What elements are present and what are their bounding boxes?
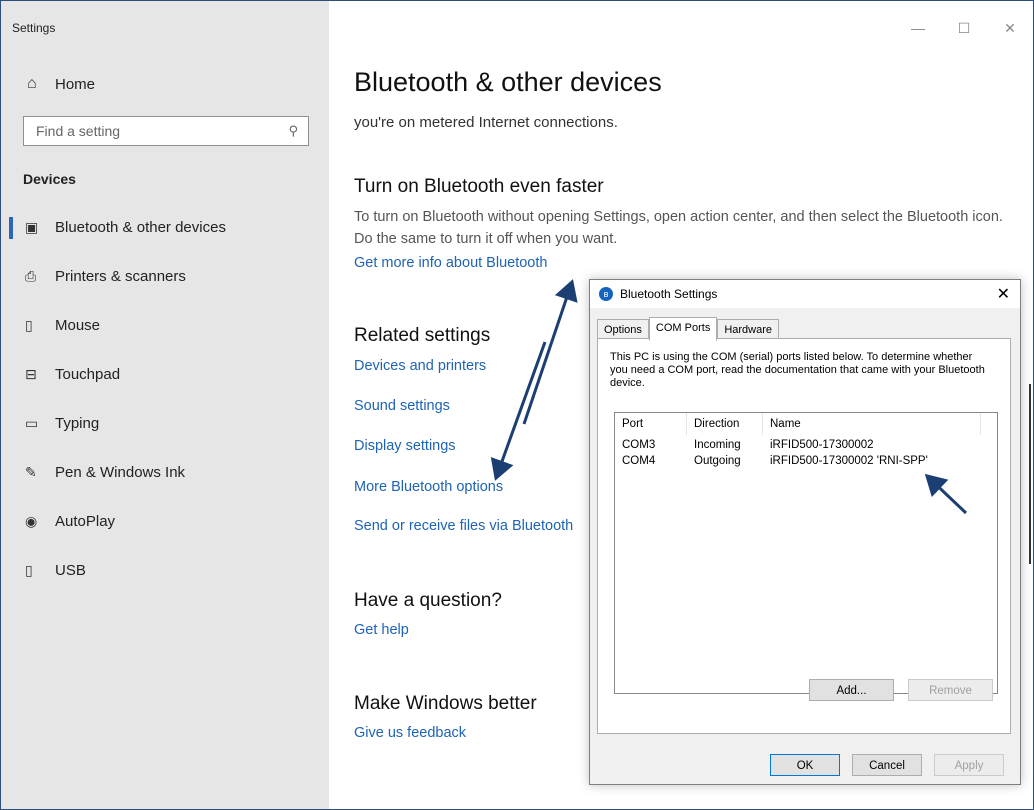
column-header-direction[interactable]: Direction [687,413,763,435]
home-icon: ⌂ [27,75,37,92]
app-title: Settings [12,21,56,35]
faster-body: To turn on Bluetooth without opening Set… [354,209,1003,247]
minimize-button[interactable]: — [895,13,941,43]
keyboard-icon: ▭ [25,415,39,431]
printer-icon: ⎙ [25,268,37,284]
sidebar: Settings ⌂ Home Find a setting ⚲ Devices… [1,1,329,809]
cell-direction: Incoming [694,439,741,451]
dialog-titlebar: ʙ Bluetooth Settings ✕ [590,280,1020,308]
table-row[interactable]: COM3 Incoming iRFID500-17300002 [615,437,997,453]
send-receive-files-link[interactable]: Send or receive files via Bluetooth [354,518,573,534]
metered-text: you're on metered Internet connections. [354,114,618,131]
bluetooth-icon: ʙ [599,287,613,301]
sidebar-item-label: Pen & Windows Ink [55,464,186,481]
dialog-title: Bluetooth Settings [620,287,718,301]
sidebar-item-printers[interactable]: ⎙ Printers & scanners [1,252,329,301]
autoplay-icon: ◉ [25,513,38,529]
tab-options[interactable]: Options [597,319,649,340]
dialog-close-button[interactable]: ✕ [997,284,1010,304]
maximize-button[interactable]: ☐ [941,13,987,43]
cell-port: COM3 [622,439,656,451]
ok-button[interactable]: OK [770,754,840,776]
add-port-button[interactable]: Add... [809,679,894,701]
sidebar-item-usb[interactable]: ▯ USB [1,546,329,595]
remove-port-button[interactable]: Remove [908,679,993,701]
dialog-tabs: Options COM Ports Hardware [597,317,780,341]
section-label-devices: Devices [23,171,76,187]
cell-name: iRFID500-17300002 'RNI-SPP' [770,455,928,467]
sidebar-item-autoplay[interactable]: ◉ AutoPlay [1,497,329,546]
usb-icon: ▯ [25,562,33,578]
bluetooth-info-link[interactable]: Get more info about Bluetooth [354,255,547,271]
search-placeholder: Find a setting [36,123,121,139]
com-ports-list[interactable]: Port Direction Name COM3 Incoming iRFID5… [614,412,998,694]
faster-heading: Turn on Bluetooth even faster [354,176,604,197]
pen-icon: ✎ [25,464,37,480]
sidebar-item-touchpad[interactable]: ⊟ Touchpad [1,350,329,399]
search-icon: ⚲ [288,123,298,138]
bluetooth-settings-dialog: ʙ Bluetooth Settings ✕ Options COM Ports… [589,279,1021,785]
home-label: Home [55,75,96,93]
tab-hardware[interactable]: Hardware [717,319,780,340]
close-button[interactable]: ✕ [987,13,1033,43]
related-heading: Related settings [354,325,491,346]
sidebar-item-label: Touchpad [55,366,121,383]
list-header: Port Direction Name [615,413,997,435]
feedback-link[interactable]: Give us feedback [354,725,466,741]
sidebar-item-label: Mouse [55,317,101,334]
com-ports-description: This PC is using the COM (serial) ports … [610,351,985,389]
question-heading: Have a question? [354,590,502,611]
more-bluetooth-options-link[interactable]: More Bluetooth options [354,479,503,495]
sidebar-item-label: USB [55,562,86,579]
sound-settings-link[interactable]: Sound settings [354,398,450,414]
sidebar-item-label: Printers & scanners [55,268,186,285]
page-title: Bluetooth & other devices [354,67,662,97]
home-nav-item[interactable]: ⌂ Home [27,75,95,93]
com-ports-panel: This PC is using the COM (serial) ports … [597,338,1011,734]
sidebar-nav: ▣ Bluetooth & other devices ⎙ Printers &… [1,203,329,595]
sidebar-item-typing[interactable]: ▭ Typing [1,399,329,448]
column-header-name[interactable]: Name [763,413,981,435]
better-heading: Make Windows better [354,693,537,714]
sidebar-item-label: AutoPlay [55,513,116,530]
sidebar-item-label: Typing [55,415,100,432]
column-header-port[interactable]: Port [615,413,687,435]
sidebar-item-mouse[interactable]: ▯ Mouse [1,301,329,350]
sidebar-item-bluetooth[interactable]: ▣ Bluetooth & other devices [1,203,329,252]
display-settings-link[interactable]: Display settings [354,438,456,454]
apply-button[interactable]: Apply [934,754,1004,776]
search-input[interactable]: Find a setting ⚲ [23,116,309,146]
tab-com-ports[interactable]: COM Ports [648,317,718,341]
cancel-button[interactable]: Cancel [852,754,922,776]
get-help-link[interactable]: Get help [354,622,409,638]
cell-direction: Outgoing [694,455,741,467]
window-controls: — ☐ ✕ [895,13,1033,43]
bluetooth-devices-icon: ▣ [25,219,39,235]
mouse-icon: ▯ [25,317,33,333]
sidebar-item-label: Bluetooth & other devices [55,219,226,236]
scrollbar[interactable] [1029,384,1031,564]
cell-port: COM4 [622,455,656,467]
table-row[interactable]: COM4 Outgoing iRFID500-17300002 'RNI-SPP… [615,453,997,469]
sidebar-item-pen[interactable]: ✎ Pen & Windows Ink [1,448,329,497]
devices-printers-link[interactable]: Devices and printers [354,358,486,374]
cell-name: iRFID500-17300002 [770,439,874,451]
touchpad-icon: ⊟ [25,366,37,382]
